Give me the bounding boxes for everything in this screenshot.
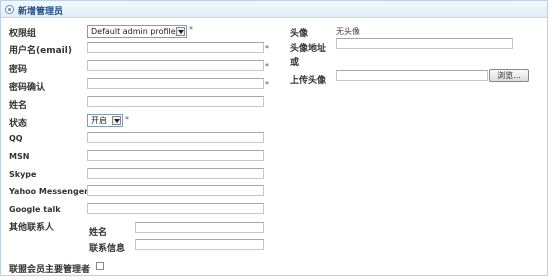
required-mark: * — [189, 25, 193, 34]
contact-info-label: 联系信息 — [89, 244, 126, 254]
password-confirm-input[interactable] — [87, 78, 264, 89]
status-label: 状态 — [9, 119, 28, 129]
main-admin-label: 联盟会员主要管理者 — [9, 265, 91, 275]
panel-header: 新增管理员 — [1, 1, 547, 18]
add-admin-panel: 新增管理员 权限组 Default admin profile * 用户名(em… — [0, 0, 548, 276]
required-mark: * — [265, 80, 269, 89]
chevron-down-icon[interactable] — [176, 27, 185, 36]
avatar-url-input[interactable] — [336, 38, 513, 49]
avatar-value: 无头像 — [336, 27, 360, 36]
qq-input[interactable] — [87, 132, 264, 143]
permission-group-value: Default admin profile — [91, 27, 176, 36]
password-confirm-label: 密码确认 — [9, 83, 46, 93]
msn-label: MSN — [9, 152, 30, 161]
skype-input[interactable] — [87, 168, 264, 179]
upload-avatar-path-input[interactable] — [336, 70, 488, 81]
chevron-down-icon[interactable] — [112, 116, 121, 125]
contact-name-label: 姓名 — [89, 228, 108, 238]
required-mark: * — [265, 62, 269, 71]
username-input[interactable] — [87, 42, 264, 53]
other-contact-label: 其他联系人 — [9, 223, 55, 233]
password-input[interactable] — [87, 60, 264, 71]
msn-input[interactable] — [87, 150, 264, 161]
upload-avatar-label: 上传头像 — [290, 76, 327, 86]
name-input[interactable] — [87, 96, 264, 107]
username-label: 用户名(email) — [9, 46, 72, 56]
gtalk-label: Google talk — [9, 205, 61, 214]
required-mark: * — [265, 44, 269, 53]
qq-label: QQ — [9, 134, 23, 143]
name-label: 姓名 — [9, 101, 28, 111]
contact-name-input[interactable] — [135, 222, 264, 233]
avatar-url-or-label: 或 — [290, 58, 300, 68]
panel-title: 新增管理员 — [18, 7, 64, 17]
required-mark: * — [125, 115, 129, 124]
permission-group-label: 权限组 — [9, 29, 37, 39]
avatar-label: 头像 — [290, 29, 309, 39]
yahoo-input[interactable] — [87, 185, 264, 196]
status-select[interactable]: 开启 — [87, 114, 123, 127]
avatar-url-label: 头像地址 — [290, 44, 327, 54]
permission-group-select[interactable]: Default admin profile — [87, 25, 187, 38]
browse-button[interactable]: 浏览... — [489, 69, 529, 82]
password-label: 密码 — [9, 65, 28, 75]
gtalk-input[interactable] — [87, 203, 264, 214]
status-value: 开启 — [91, 116, 107, 125]
skype-label: Skype — [9, 170, 37, 179]
yahoo-label: Yahoo Messenger — [9, 187, 89, 196]
main-admin-checkbox[interactable] — [96, 262, 104, 270]
circle-bullet-icon — [5, 5, 14, 14]
contact-info-input[interactable] — [135, 239, 264, 250]
